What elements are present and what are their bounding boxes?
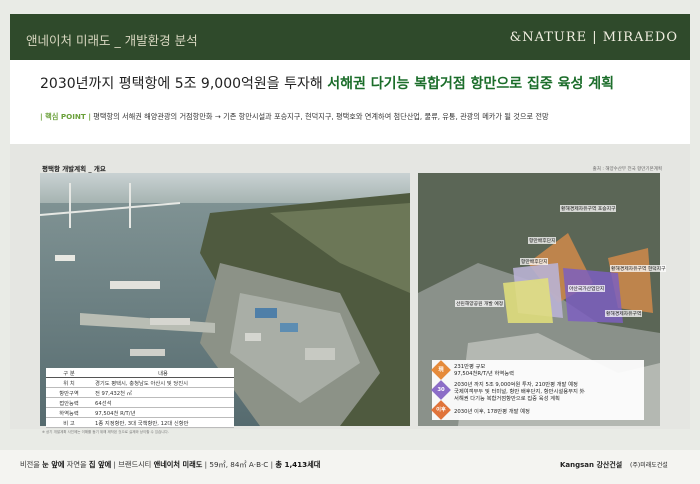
builder-logo: Kangsan 강산건설 xyxy=(560,461,623,469)
map-label: 항만배후단지 xyxy=(520,258,549,265)
table-row: 항만구역 전 97,432천 ㎡ xyxy=(46,387,234,398)
legend-text: 서해권 다기능 복합거점항만으로 집중 육성 계획 xyxy=(454,396,560,402)
table-cell: 경기도 평택시, 충청남도 아산시 및 당진시 xyxy=(92,377,234,388)
table-cell: 64선석 xyxy=(92,397,234,408)
map-label: 황해경제자유구역 xyxy=(605,310,643,317)
map-label: 아산국가산업단지 xyxy=(568,285,606,292)
table-row: 접안능력 64선석 xyxy=(46,397,234,408)
table-row: 비 고 1종 지정항만, 3대 국책항만, 12대 신항만 xyxy=(46,417,234,428)
title-area: 2030년까지 평택항에 5조 9,000억원을 투자해 서해권 다기능 복합거… xyxy=(10,60,690,144)
table-row: 하역능력 97,504천 R/T/년 xyxy=(46,407,234,418)
title-prefix: 2030년까지 평택항에 5조 9,000억원을 투자해 xyxy=(40,76,328,92)
table-header-row: 구 분 내용 xyxy=(46,368,234,378)
current-icon: 現 xyxy=(431,360,451,380)
header-left-title: 앤네이처 미래도 _ 개발환경 분석 xyxy=(26,33,198,48)
table-cell: 97,504천 R/T/년 xyxy=(92,407,234,418)
page-title: 2030년까지 평택항에 5조 9,000억원을 투자해 서해권 다기능 복합거… xyxy=(40,73,614,93)
key-point-label: | 핵심 POINT | xyxy=(40,112,91,121)
table-cell: 접안능력 xyxy=(46,397,92,408)
header-bar: 앤네이처 미래도 _ 개발환경 분석 &NATURE | MIRAEDO xyxy=(10,14,690,60)
plan-2030-icon: 30 xyxy=(431,380,451,400)
table-header: 구 분 xyxy=(46,368,92,378)
page: 앤네이처 미래도 _ 개발환경 분석 &NATURE | MIRAEDO 203… xyxy=(0,0,700,484)
source-note: 출처 : 해양수산부 전국 항만기본계획 xyxy=(592,167,662,172)
after-2030-icon: 이후 xyxy=(431,400,451,420)
map-legend: 現 231만평 규모 97,504천R/T/년 하역능력 30 2030년 까지… xyxy=(431,360,644,420)
map-label: 황해경제자유구역 포승지구 xyxy=(560,205,617,212)
table-cell: 위 치 xyxy=(46,377,92,388)
table-cell: 비 고 xyxy=(46,417,92,428)
key-point: | 핵심 POINT | 평택항의 서해권 해양관광의 거점항만화 → 기존 항… xyxy=(40,112,549,122)
table-cell: 전 97,432천 ㎡ xyxy=(92,387,234,398)
table-header: 내용 xyxy=(92,368,234,378)
plan-caption: 평택항 개발계획 _ 개요 xyxy=(42,165,106,173)
footer-bar: 비전을 눈 앞에 자연을 집 앞에 | 브랜드시티 앤네이처 미래도 | 59㎡… xyxy=(0,450,700,484)
table-cell: 항만구역 xyxy=(46,387,92,398)
footnote: ※ 상기 개발계획 사진에는 이해를 돕기 위해 제작된 것으로 실제와 상이할… xyxy=(42,430,169,434)
legend-text: 97,504천R/T/년 하역능력 xyxy=(454,371,514,377)
title-highlight: 서해권 다기능 복합거점 항만으로 집중 육성 계획 xyxy=(327,76,615,92)
table-cell: 하역능력 xyxy=(46,407,92,418)
header-brand: &NATURE | MIRAEDO xyxy=(509,30,678,45)
legend-text: 2030년 이후, 178만평 개발 예정 xyxy=(454,409,530,415)
footer-slogan: 비전을 눈 앞에 자연을 집 앞에 | 브랜드시티 앤네이처 미래도 | 59㎡… xyxy=(20,460,321,469)
key-point-text: 평택항의 서해권 해양관광의 거점항만화 → 기존 항만시설과 포승지구, 현덕… xyxy=(90,112,549,121)
table-row: 위 치 경기도 평택시, 충청남도 아산시 및 당진시 xyxy=(46,377,234,388)
developer-logo: (주)미래도건설 xyxy=(630,462,668,469)
map-label: 황해경제자유구역 현덕지구 xyxy=(610,265,667,272)
map-label: 항만배후단지 xyxy=(528,237,557,244)
port-info-table: 구 분 내용 위 치 경기도 평택시, 충청남도 아산시 및 당진시 항만구역 전 … xyxy=(46,368,234,428)
map-label: 선린해양공원 개발 예정 xyxy=(455,300,505,307)
table-cell: 1종 지정항만, 3대 국책항만, 12대 신항만 xyxy=(92,417,234,428)
